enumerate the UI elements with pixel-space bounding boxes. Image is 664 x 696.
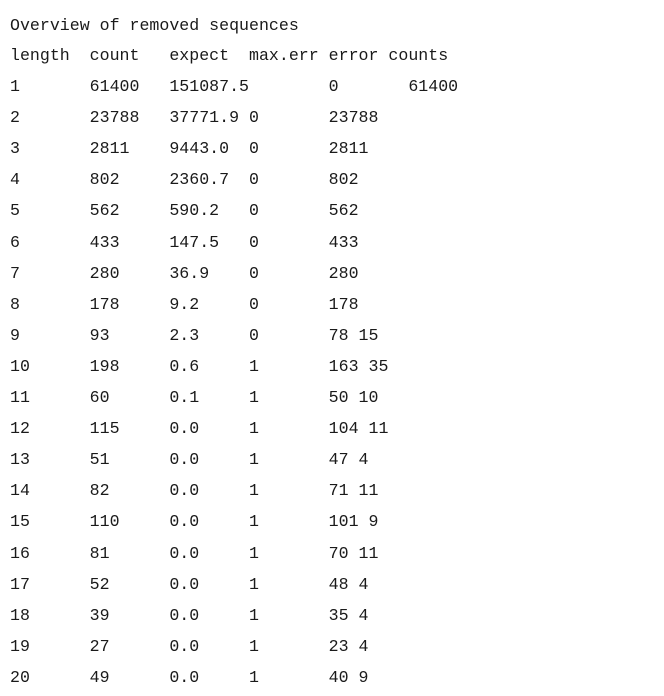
table-row: 9 93 2.3 0 78 15 [10, 325, 379, 345]
report-title: Overview of removed sequences [10, 16, 299, 35]
removed-sequences-report: Overview of removed sequences length coun… [0, 0, 664, 693]
table-row: 20 49 0.0 1 40 9 [10, 667, 369, 687]
table-row: 10 198 0.6 1 163 35 [10, 356, 389, 376]
table-row: 12 115 0.0 1 104 11 [10, 419, 389, 439]
table-row: 5 562 590.2 0 562 [10, 201, 359, 221]
table-row: 18 39 0.0 1 35 4 [10, 605, 369, 625]
table-row: 15 110 0.0 1 101 9 [10, 512, 379, 532]
table-row: 14 82 0.0 1 71 11 [10, 481, 379, 501]
table-header: length count expect max.err error counts [10, 46, 449, 65]
table-row: 3 2811 9443.0 0 2811 [10, 139, 369, 159]
table-row: 13 51 0.0 1 47 4 [10, 450, 369, 470]
table-row: 1 61400 151087.5 0 61400 [10, 77, 459, 97]
table-row: 17 52 0.0 1 48 4 [10, 574, 369, 594]
table-row: 11 60 0.1 1 50 10 [10, 388, 379, 408]
table-row: 2 23788 37771.9 0 23788 [10, 108, 379, 128]
table-row: 19 27 0.0 1 23 4 [10, 636, 369, 656]
table-row: 8 178 9.2 0 178 [10, 294, 359, 314]
table-row: 6 433 147.5 0 433 [10, 232, 359, 252]
table-row: 16 81 0.0 1 70 11 [10, 543, 379, 563]
table-row: 7 280 36.9 0 280 [10, 263, 359, 283]
table-row: 4 802 2360.7 0 802 [10, 170, 359, 190]
